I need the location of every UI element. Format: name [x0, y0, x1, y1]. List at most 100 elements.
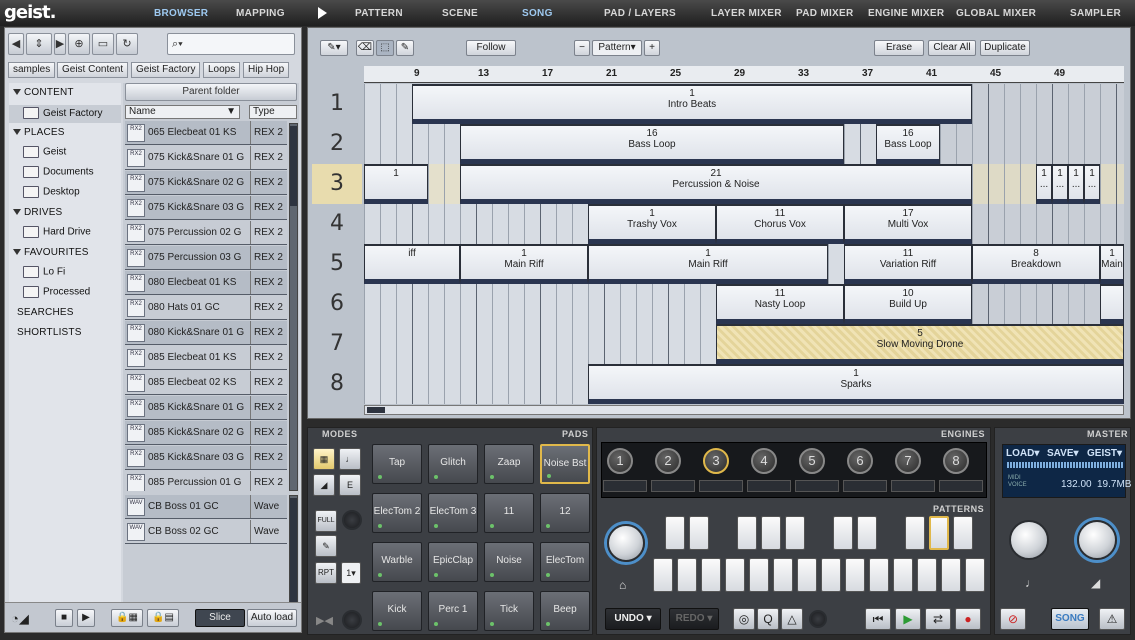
tab-scene[interactable]: SCENE	[442, 8, 478, 19]
tempo-readout[interactable]: 132.00	[1061, 479, 1092, 490]
tree-item-geist-factory[interactable]: Geist Factory	[9, 105, 121, 123]
pattern-clip[interactable]: 5 Slow Moving Drone	[716, 324, 1124, 364]
metronome-icon[interactable]: ◎	[733, 608, 755, 630]
pattern-plus-button[interactable]: +	[644, 40, 660, 56]
grid-mode-icon[interactable]: ▦	[313, 448, 335, 470]
save-menu[interactable]: SAVE▾	[1047, 448, 1079, 459]
shortlist-row[interactable]: WAV CB Boss 01 GC Wave	[125, 495, 287, 519]
tab-mapping[interactable]: MAPPING	[236, 8, 285, 19]
pattern-minus-button[interactable]: −	[574, 40, 590, 56]
engine-mute-solo[interactable]	[603, 480, 647, 492]
pad[interactable]: Noise Bst	[540, 444, 590, 484]
full-velocity-button[interactable]: FULL	[315, 510, 337, 532]
back-icon[interactable]: ◀	[8, 33, 24, 55]
loop-icon[interactable]: ⇄	[925, 608, 951, 630]
lane-number[interactable]: 1	[312, 84, 362, 124]
file-row[interactable]: RX2 075 Kick&Snare 01 G REX 2	[125, 146, 287, 170]
column-header-type[interactable]: Type	[249, 105, 297, 119]
tree-item-geist[interactable]: Geist	[23, 146, 66, 158]
pattern-slot-lower[interactable]	[653, 558, 673, 592]
pattern-select[interactable]: Pattern▾	[592, 40, 642, 56]
redo-button[interactable]: REDO ▾	[669, 608, 719, 630]
pattern-clip[interactable]: 8 Breakdown	[972, 244, 1100, 284]
engine-knob-left[interactable]	[607, 524, 645, 562]
rewind-icon[interactable]: ⏮	[865, 608, 891, 630]
engine-mute-solo[interactable]	[699, 480, 743, 492]
forward-icon[interactable]: ▶	[54, 33, 66, 55]
engine-select-button[interactable]: 2	[655, 448, 681, 474]
auto-load-button[interactable]: Auto load	[247, 609, 297, 627]
pattern-slot-upper[interactable]	[761, 516, 781, 550]
tab-pad-layers[interactable]: PAD / LAYERS	[604, 8, 676, 19]
lock-slices-icon[interactable]: 🔒▤	[147, 609, 179, 627]
pattern-slot-upper[interactable]	[833, 516, 853, 550]
lane-number[interactable]: 4	[312, 204, 362, 244]
pad[interactable]: EpicClap	[428, 542, 478, 582]
new-folder-icon[interactable]: ▭	[92, 33, 114, 55]
shortlist-row[interactable]: WAV CB Boss 02 GC Wave	[125, 520, 287, 544]
file-row[interactable]: RX2 080 Elecbeat 01 KS REX 2	[125, 271, 287, 295]
file-row[interactable]: RX2 075 Percussion 02 G REX 2	[125, 221, 287, 245]
mode-knob[interactable]	[342, 510, 362, 530]
tree-item-documents[interactable]: Documents	[23, 166, 94, 178]
file-row[interactable]: RX2 065 Elecbeat 01 KS REX 2	[125, 121, 287, 145]
pattern-slot-upper[interactable]	[929, 516, 949, 550]
pattern-clip[interactable]: 1...	[1036, 164, 1052, 204]
parent-folder-button[interactable]: Parent folder	[125, 83, 297, 101]
mute-icon[interactable]: ▶◀	[316, 614, 333, 627]
file-row[interactable]: RX2 075 Percussion 03 G REX 2	[125, 246, 287, 270]
pad-volume-knob[interactable]	[342, 610, 362, 630]
pencil-tool-icon[interactable]: ✎▾	[320, 40, 348, 56]
clear-all-button[interactable]: Clear All	[928, 40, 976, 56]
pattern-clip[interactable]: 16 Bass Loop	[876, 124, 940, 164]
song-mode-button[interactable]: SONG	[1051, 608, 1089, 630]
tree-searches[interactable]: SEARCHES	[17, 307, 74, 318]
up-down-icon[interactable]: ⇕	[26, 33, 52, 55]
draw-add-tool-icon[interactable]: ✎	[396, 40, 414, 56]
pattern-slot-lower[interactable]	[893, 558, 913, 592]
pattern-clip[interactable]	[1100, 284, 1124, 324]
breadcrumb-samples[interactable]: samples	[8, 62, 56, 78]
tab-song[interactable]: SONG	[522, 8, 553, 19]
pattern-slot-lower[interactable]	[677, 558, 697, 592]
pad[interactable]: ElecTom 2	[372, 493, 422, 533]
pattern-slot-upper[interactable]	[905, 516, 925, 550]
file-row[interactable]: RX2 085 Elecbeat 02 KS REX 2	[125, 371, 287, 395]
pattern-clip[interactable]: 10 Build Up	[844, 284, 972, 324]
pencil-pad-icon[interactable]: ✎	[315, 535, 337, 557]
repeat-rate-select[interactable]: 1▾	[341, 562, 361, 584]
pattern-slot-lower[interactable]	[701, 558, 721, 592]
eraser-tool-icon[interactable]: ⌫	[356, 40, 374, 56]
pattern-slot-lower[interactable]	[869, 558, 889, 592]
tempo-icon[interactable]: △	[781, 608, 803, 630]
undo-button[interactable]: UNDO ▾	[605, 608, 661, 630]
pad[interactable]: Tick	[484, 591, 534, 631]
tab-pad-mixer[interactable]: PAD MIXER	[796, 8, 854, 19]
ems-mode-icon[interactable]: E	[339, 474, 361, 496]
pattern-slot-lower[interactable]	[941, 558, 961, 592]
file-list-scrollbar[interactable]	[289, 123, 298, 491]
breadcrumb-geist-factory[interactable]: Geist Factory	[131, 62, 201, 78]
engine-mute-solo[interactable]	[651, 480, 695, 492]
master-pitch-knob[interactable]	[1009, 520, 1049, 560]
scroll-thumb[interactable]	[367, 407, 385, 413]
select-tool-icon[interactable]: ⬚	[376, 40, 394, 56]
lane-number[interactable]: 8	[312, 364, 362, 404]
tree-item-processed[interactable]: Processed	[23, 286, 90, 298]
file-row[interactable]: RX2 085 Elecbeat 01 KS REX 2	[125, 346, 287, 370]
engine-select-button[interactable]: 7	[895, 448, 921, 474]
note-mode-icon[interactable]: ♩	[339, 448, 361, 470]
pattern-slot-upper[interactable]	[857, 516, 877, 550]
file-row[interactable]: RX2 075 Kick&Snare 02 G REX 2	[125, 171, 287, 195]
engine-select-button[interactable]: 5	[799, 448, 825, 474]
preview-volume-icon[interactable]: ◔◢	[11, 611, 29, 627]
tab-global-mixer[interactable]: GLOBAL MIXER	[956, 8, 1036, 19]
pattern-clip[interactable]: 11 Variation Riff	[844, 244, 972, 284]
engine-select-button[interactable]: 1	[607, 448, 633, 474]
pattern-clip[interactable]: 1 Main Riff	[588, 244, 828, 284]
pattern-slot-upper[interactable]	[737, 516, 757, 550]
repeat-button[interactable]: RPT	[315, 562, 337, 584]
arrangement-grid[interactable]: 1 Intro Beats 16 Bass Loop 16 Bass Loop 1 21 Per…	[364, 84, 1124, 404]
scroll-thumb[interactable]	[290, 498, 297, 604]
pad[interactable]: Noise	[484, 542, 534, 582]
